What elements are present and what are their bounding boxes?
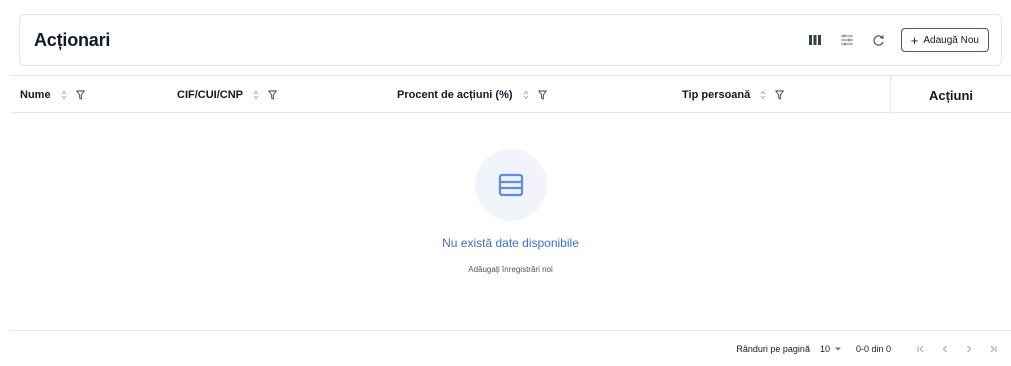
empty-state: Nu există date disponibile Adăugați înre… [10, 113, 1011, 330]
previous-page-button[interactable] [935, 339, 955, 359]
chevron-right-icon [967, 345, 972, 352]
add-new-button[interactable]: + Adaugă Nou [900, 28, 989, 52]
page-title: Acționari [34, 29, 111, 50]
chevron-left-icon [942, 345, 947, 352]
rows-per-page-select[interactable]: 10 [820, 344, 842, 354]
sort-icon[interactable] [253, 90, 259, 100]
columns-icon [808, 35, 821, 45]
filter-icon[interactable] [268, 90, 277, 100]
page-header: Acționari + Adaugă Nou [19, 14, 1002, 66]
refresh-button[interactable] [867, 28, 891, 52]
column-label: CIF/CUI/CNP [177, 89, 243, 101]
next-page-button[interactable] [959, 339, 979, 359]
first-page-button[interactable] [911, 339, 931, 359]
sort-icon[interactable] [61, 90, 67, 100]
empty-icon-circle [475, 149, 547, 221]
column-label: Procent de acțiuni (%) [397, 89, 513, 101]
column-header-procent[interactable]: Procent de acțiuni (%) [397, 76, 547, 114]
actions-label: Acțiuni [928, 87, 974, 103]
toolbar: + Adaugă Nou [795, 28, 989, 52]
empty-subtitle: Adăugați înregistrări noi [468, 265, 553, 274]
plus-icon: + [910, 32, 919, 48]
last-page-icon [990, 345, 997, 352]
first-page-icon [917, 345, 924, 352]
sliders-icon [840, 34, 853, 46]
empty-title: Nu există date disponibile [442, 236, 579, 250]
column-header-actions: Acțiuni [890, 76, 1011, 114]
list-icon [498, 173, 524, 197]
chevron-down-icon [834, 347, 841, 350]
filter-icon[interactable] [775, 90, 785, 100]
last-page-button[interactable] [983, 339, 1003, 359]
column-label: Nume [20, 89, 51, 101]
filter-icon[interactable] [537, 90, 547, 100]
sort-icon[interactable] [523, 90, 529, 100]
refresh-icon [873, 34, 884, 46]
page-range: 0-0 din 0 [855, 343, 891, 354]
filter-icon[interactable] [75, 90, 85, 100]
rows-per-page-label: Rânduri pe pagină [736, 343, 810, 354]
add-new-label: Adaugă Nou [923, 34, 979, 46]
column-header-nume[interactable]: Nume [20, 76, 85, 114]
column-header-tip[interactable]: Tip persoană [682, 76, 785, 114]
sort-icon[interactable] [760, 90, 766, 100]
table-header: Nume CIF/CUI/CNP Procent de acțiuni (%) … [10, 75, 1011, 114]
column-header-cif[interactable]: CIF/CUI/CNP [177, 76, 277, 114]
columns-button[interactable] [803, 28, 827, 52]
filter-settings-button[interactable] [835, 28, 859, 52]
rows-per-page-value: 10 [819, 343, 830, 354]
pagination-bar: Rânduri pe pagină 10 0-0 din 0 [10, 330, 1011, 366]
column-label: Tip persoană [682, 89, 751, 101]
